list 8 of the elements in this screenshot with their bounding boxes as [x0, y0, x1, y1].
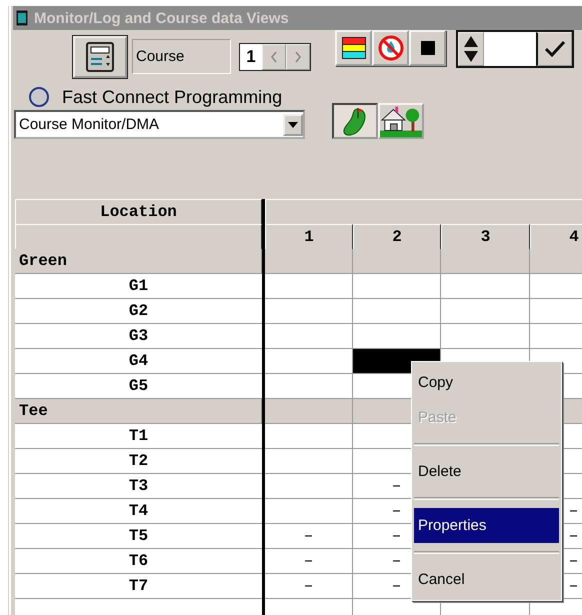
column-header: 3 — [441, 224, 530, 250]
column-header: Location — [15, 199, 262, 225]
window-title: Monitor/Log and Course data Views — [34, 10, 289, 26]
section-header: Tee — [15, 399, 262, 424]
column-header: 2 — [353, 224, 441, 250]
column-header: 4 — [530, 224, 582, 250]
section-header: Green — [15, 249, 262, 274]
column-header: 1 — [265, 224, 353, 250]
